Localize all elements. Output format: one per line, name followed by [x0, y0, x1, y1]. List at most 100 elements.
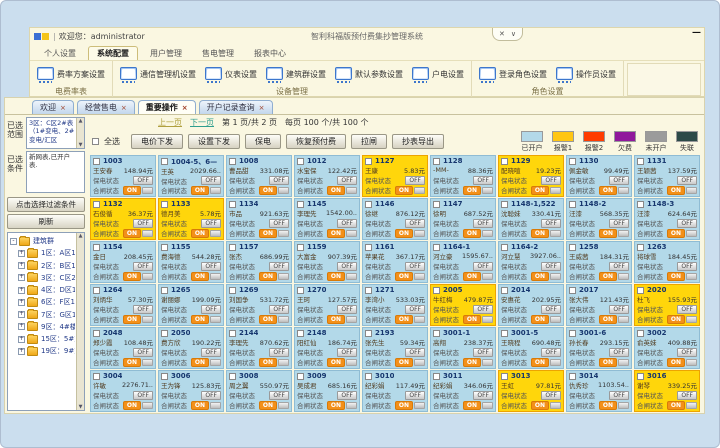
card-checkbox[interactable] — [433, 330, 440, 337]
meter-card[interactable]: 1271李湾小533.03元保电状态OFF合闸状态ON — [362, 284, 428, 326]
expand-icon[interactable]: + — [18, 311, 25, 318]
card-checkbox[interactable] — [433, 201, 440, 208]
card-checkbox[interactable] — [637, 330, 644, 337]
tree-root-node[interactable]: -建筑群 — [10, 235, 75, 247]
card-checkbox[interactable] — [365, 201, 372, 208]
meter-card[interactable]: 2014安惠花202.95元保电状态OFF合闸状态ON — [498, 284, 564, 326]
ribbon-button[interactable]: 建筑群设置 — [266, 67, 326, 83]
tree-node[interactable]: +4区：D区1#井（D区1# — [10, 284, 75, 296]
meter-card[interactable]: 1145李理先1542.00..保电状态OFF合闸状态ON — [294, 198, 360, 240]
close-icon[interactable]: × — [259, 104, 265, 112]
card-checkbox[interactable] — [297, 158, 304, 165]
scroll-up-icon[interactable]: ▲ — [79, 118, 83, 125]
card-checkbox[interactable] — [161, 158, 168, 165]
tree-node[interactable]: +1区：A区1#井 — [10, 247, 75, 259]
expand-icon[interactable]: + — [18, 348, 25, 355]
meter-card[interactable]: 3011纪彩娟346.06元保电状态OFF合闸状态ON — [430, 370, 496, 412]
meter-card[interactable]: 1147徐明687.52元保电状态OFF合闸状态ON — [430, 198, 496, 240]
card-checkbox[interactable] — [161, 244, 168, 251]
card-checkbox[interactable] — [93, 201, 100, 208]
expand-icon[interactable]: + — [18, 323, 25, 330]
card-checkbox[interactable] — [569, 158, 576, 165]
card-checkbox[interactable] — [297, 244, 304, 251]
ribbon-button[interactable]: 默认参数设置 — [335, 67, 403, 83]
meter-card[interactable]: 2050费方欣190.22元保电状态OFF合闸状态ON — [158, 327, 224, 369]
meter-card[interactable]: 3006王为锋125.83元保电状态OFF合闸状态ON — [158, 370, 224, 412]
meter-card[interactable]: 2020杜飞155.93元保电状态OFF合闸状态ON — [634, 284, 700, 326]
expand-icon[interactable]: + — [18, 262, 25, 269]
menu-tab[interactable]: 报表中心 — [246, 47, 294, 60]
meter-card[interactable]: 2148阳红仙186.74元保电状态OFF合闸状态ON — [294, 327, 360, 369]
meter-card[interactable]: 1270王珂127.57元保电状态OFF合闸状态ON — [294, 284, 360, 326]
card-checkbox[interactable] — [229, 201, 236, 208]
meter-card[interactable]: 1146徐继876.12元保电状态OFF合闸状态ON — [362, 198, 428, 240]
card-checkbox[interactable] — [433, 158, 440, 165]
card-checkbox[interactable] — [501, 287, 508, 294]
meter-card[interactable]: 1003王安春148.94元保电状态OFF合闸状态ON — [90, 155, 156, 197]
toolbar-button[interactable]: 保电 — [245, 134, 281, 149]
meter-card[interactable]: 2005牛红梅479.87元保电状态OFF合闸状态ON — [430, 284, 496, 326]
tree-node[interactable]: +6区：F区1#井（F区1# — [10, 296, 75, 308]
tree-node[interactable]: +19区：9#变电站（2# — [10, 345, 75, 357]
card-checkbox[interactable] — [161, 330, 168, 337]
expand-icon[interactable]: + — [18, 274, 25, 281]
select-all-checkbox[interactable] — [92, 138, 99, 145]
meter-card[interactable]: 1131王颖茜137.59元保电状态OFF合闸状态ON — [634, 155, 700, 197]
card-checkbox[interactable] — [637, 373, 644, 380]
close-icon[interactable]: ✕ — [499, 30, 505, 38]
meter-card[interactable]: 1258王威茜184.31元保电状态OFF合闸状态ON — [566, 241, 632, 283]
meter-card[interactable]: 3004许敏2276.71..保电状态OFF合闸状态ON — [90, 370, 156, 412]
meter-card[interactable]: 3016谢琴339.25元保电状态OFF合闸状态ON — [634, 370, 700, 412]
card-checkbox[interactable] — [297, 287, 304, 294]
meter-card[interactable]: 2017张大伟121.43元保电状态OFF合闸状态ON — [566, 284, 632, 326]
card-checkbox[interactable] — [501, 158, 508, 165]
listbox-scrollbar[interactable]: ▲ ▼ — [76, 118, 84, 148]
menu-tab[interactable]: 用户管理 — [142, 47, 190, 60]
meter-card[interactable]: 1008曹品甜331.08元保电状态OFF合闸状态ON — [226, 155, 292, 197]
card-checkbox[interactable] — [433, 373, 440, 380]
meter-card[interactable]: 1130佩金敏99.49元保电状态OFF合闸状态ON — [566, 155, 632, 197]
meter-card[interactable]: 1157张杰686.99元保电状态OFF合闸状态ON — [226, 241, 292, 283]
card-checkbox[interactable] — [93, 158, 100, 165]
tree-node[interactable]: +15区：5#变站（3#变电 — [10, 333, 75, 345]
card-checkbox[interactable] — [501, 330, 508, 337]
card-checkbox[interactable] — [569, 201, 576, 208]
collapse-icon[interactable]: - — [10, 238, 17, 245]
meter-card[interactable]: 3001-5王晓程690.48元保电状态OFF合闸状态ON — [498, 327, 564, 369]
meter-card[interactable]: 3001-1高翔238.37元保电状态OFF合闸状态ON — [430, 327, 496, 369]
meter-card[interactable]: 1148-2汪漆568.35元保电状态OFF合闸状态ON — [566, 198, 632, 240]
meter-card[interactable]: 1161苹果花367.17元保电状态OFF合闸状态ON — [362, 241, 428, 283]
toolbar-button[interactable]: 恢复预付费 — [286, 134, 346, 149]
card-checkbox[interactable] — [161, 287, 168, 294]
selected-range-listbox[interactable]: 3区：C区2#表 （1#变电、2#变电/汇区 ▲ ▼ — [26, 117, 85, 149]
card-checkbox[interactable] — [501, 244, 508, 251]
meter-card[interactable]: 1127王康5.83元保电状态OFF合闸状态ON — [362, 155, 428, 197]
ribbon-button[interactable]: 户电设置 — [412, 67, 464, 83]
toolbar-button[interactable]: 设置下发 — [188, 134, 240, 149]
meter-card[interactable]: 1132石俊循36.37元保电状态OFF合闸状态ON — [90, 198, 156, 240]
menu-tab[interactable]: 售电管理 — [194, 47, 242, 60]
meter-card[interactable]: 1264刘炳华57.30元保电状态OFF合闸状态ON — [90, 284, 156, 326]
meter-card[interactable]: 1128-MM-88.36元保电状态OFF合闸状态ON — [430, 155, 496, 197]
meter-card[interactable]: 1004-5、6—王英2029.66..保电状态OFF合闸状态ON — [158, 155, 224, 197]
tree-scrollbar[interactable]: ▲ ▼ — [76, 233, 84, 410]
card-checkbox[interactable] — [365, 287, 372, 294]
minimize-icon[interactable]: — — [692, 28, 701, 38]
meter-card[interactable]: 1269刘国争531.72元保电状态OFF合闸状态ON — [226, 284, 292, 326]
meter-card[interactable]: 3008周之翼550.97元保电状态OFF合闸状态ON — [226, 370, 292, 412]
toolbar-button[interactable]: 抄表导出 — [392, 134, 444, 149]
meter-card[interactable]: 2144李理先870.62元保电状态OFF合闸状态ON — [226, 327, 292, 369]
meter-card[interactable]: 1134市品921.63元保电状态OFF合闸状态ON — [226, 198, 292, 240]
card-checkbox[interactable] — [637, 158, 644, 165]
meter-card[interactable]: 1164-1河立豪1595.67..保电状态OFF合闸状态ON — [430, 241, 496, 283]
meter-card[interactable]: 2193张先生59.34元保电状态OFF合闸状态ON — [362, 327, 428, 369]
scroll-down-icon[interactable]: ▼ — [79, 142, 83, 149]
card-checkbox[interactable] — [637, 244, 644, 251]
menu-tab[interactable]: 个人设置 — [36, 47, 84, 60]
ribbon-button[interactable]: 登录角色设置 — [479, 67, 547, 83]
card-checkbox[interactable] — [93, 287, 100, 294]
doc-tab[interactable]: 重要操作× — [138, 100, 196, 114]
card-checkbox[interactable] — [569, 373, 576, 380]
expand-icon[interactable]: + — [18, 250, 25, 257]
refresh-button[interactable]: 刷新 — [7, 214, 85, 229]
